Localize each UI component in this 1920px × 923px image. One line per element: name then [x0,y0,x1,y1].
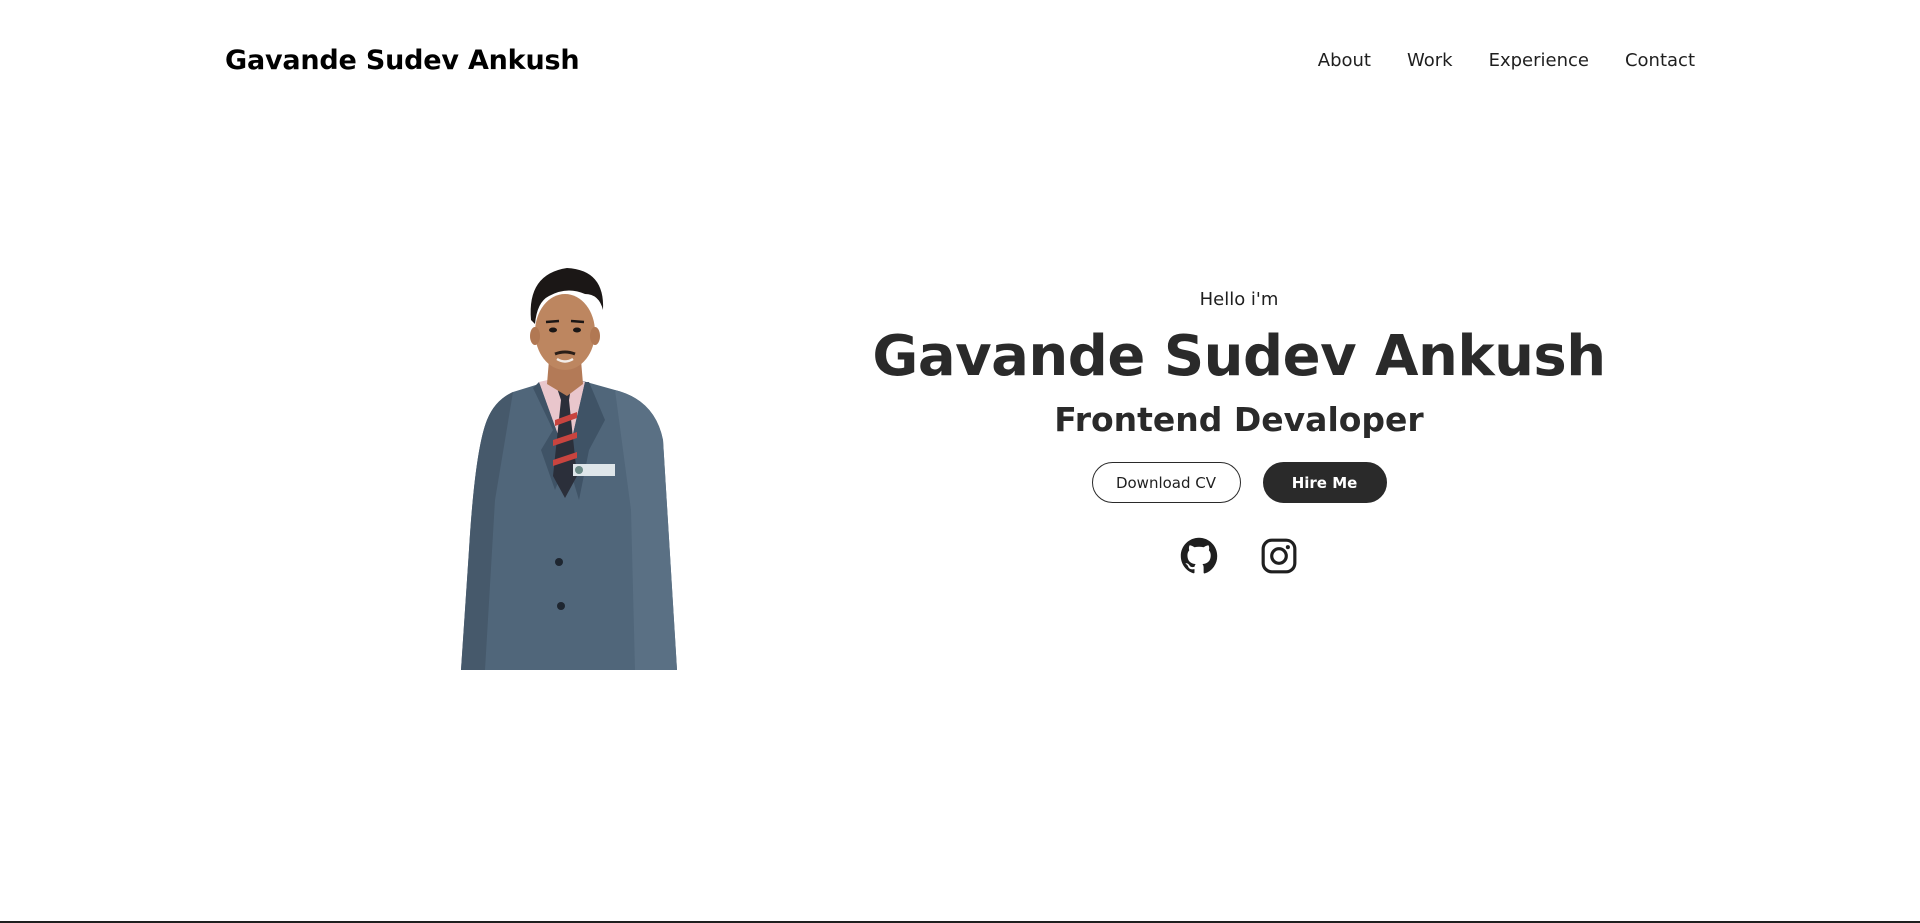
hero-role: Frontend Devaloper [1054,400,1424,439]
nav-link-contact[interactable]: Contact [1625,50,1695,71]
github-link[interactable] [1180,537,1218,575]
instagram-icon [1261,538,1297,574]
hire-me-button[interactable]: Hire Me [1262,462,1387,503]
greeting-text: Hello i'm [1199,289,1279,310]
page: Gavande Sudev Ankush About Work Experien… [0,0,1920,923]
download-cv-button[interactable]: Download CV [1091,462,1241,503]
social-links [1180,537,1298,575]
hero-buttons: Download CV Hire Me [1091,462,1387,503]
nav-link-experience[interactable]: Experience [1489,50,1589,71]
nav-link-work[interactable]: Work [1407,50,1453,71]
hero-intro: Hello i'm Gavande Sudev Ankush Frontend … [872,278,1606,575]
instagram-link[interactable] [1260,537,1298,575]
main-nav: About Work Experience Contact [1318,50,1695,71]
hero-name: Gavande Sudev Ankush [872,324,1606,389]
site-header: Gavande Sudev Ankush About Work Experien… [225,38,1695,82]
profile-photo [461,268,677,670]
nav-link-about[interactable]: About [1318,50,1371,71]
brand-logo-link[interactable]: Gavande Sudev Ankush [225,45,580,76]
github-icon [1180,537,1218,574]
